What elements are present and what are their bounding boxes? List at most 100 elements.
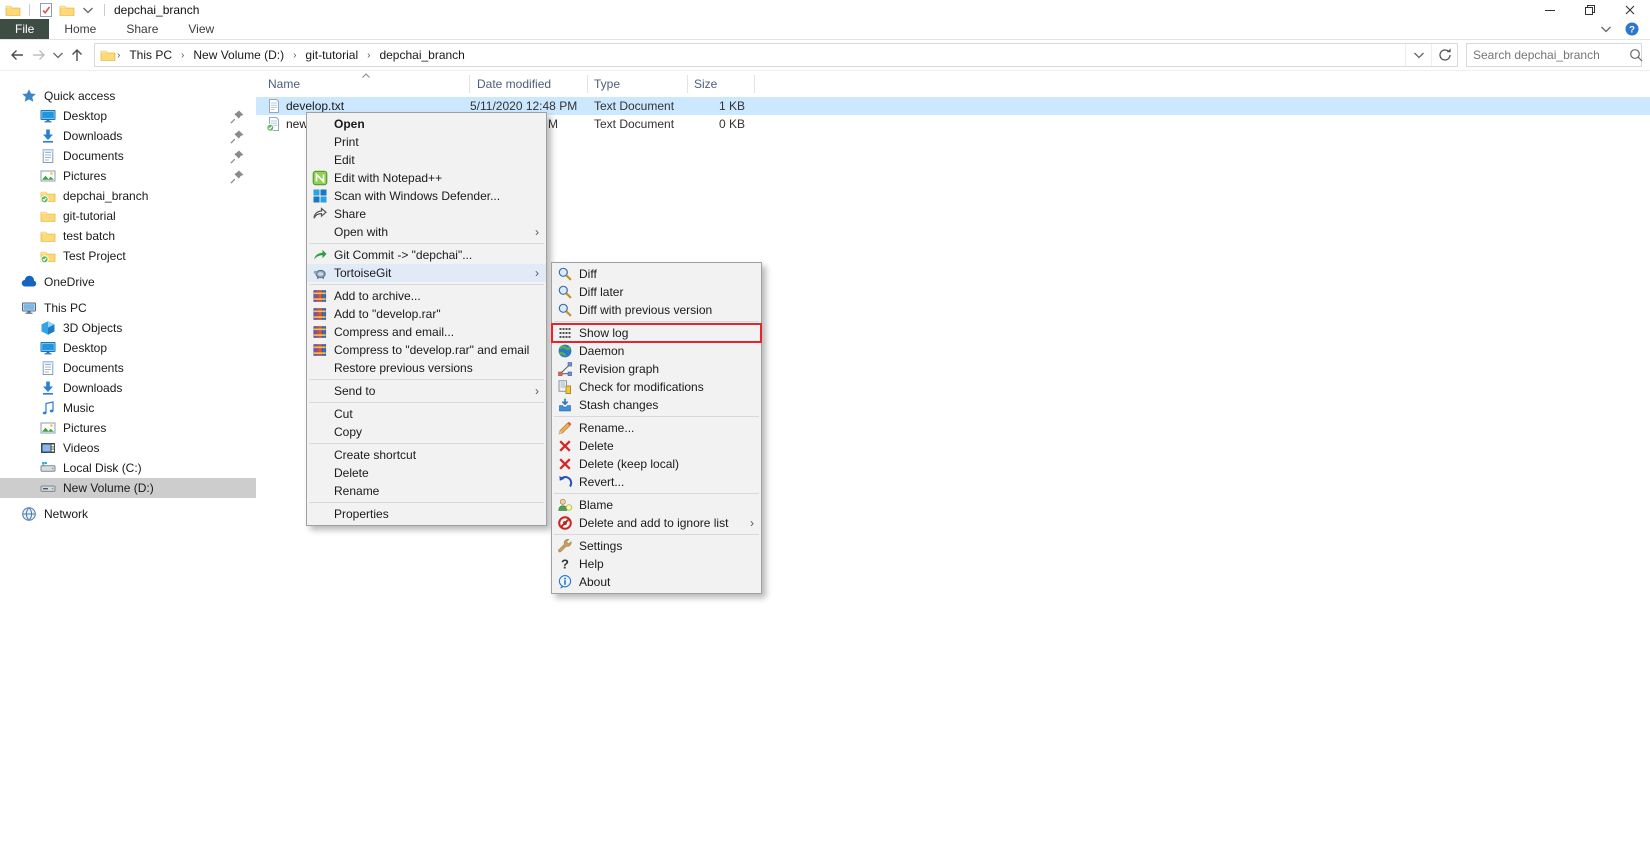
breadcrumb-item-new-volume-d[interactable]: New Volume (D:) (188, 48, 289, 62)
sidebar-item-pictures[interactable]: Pictures (0, 166, 256, 186)
column-header-name[interactable]: Name (256, 73, 470, 93)
tortoisegit-menu-item-about[interactable]: About (552, 573, 761, 591)
tortoisegit-menu-item-revision-graph[interactable]: Revision graph (552, 360, 761, 378)
minimize-button[interactable] (1530, 0, 1570, 20)
tortoisegit-menu-item-delete-keep-local[interactable]: Delete (keep local) (552, 455, 761, 473)
sidebar-item-documents[interactable]: Documents (0, 358, 256, 378)
breadcrumb-chevron-icon[interactable]: › (366, 50, 371, 61)
context-menu-item-add-to-archive[interactable]: Add to archive... (307, 287, 546, 305)
tab-file[interactable]: File (0, 19, 50, 39)
column-header-type[interactable]: Type (588, 75, 688, 93)
folder-git-icon (40, 248, 56, 264)
sidebar-item-videos[interactable]: Videos (0, 438, 256, 458)
sidebar-item-network[interactable]: Network (0, 504, 256, 524)
menu-item-label: Check for modifications (579, 380, 704, 394)
refresh-icon[interactable] (1431, 44, 1457, 66)
ribbon-collapse-chevron-icon[interactable] (1598, 21, 1614, 37)
close-button[interactable] (1610, 0, 1650, 20)
context-menu-item-open[interactable]: Open (307, 115, 546, 133)
breadcrumb-chevron-icon[interactable]: › (292, 50, 297, 61)
breadcrumb-item-this-pc[interactable]: This PC (124, 48, 177, 62)
context-menu-item-restore-previous-versions[interactable]: Restore previous versions (307, 359, 546, 377)
tab-view[interactable]: View (173, 19, 229, 39)
menu-item-label: Rename... (579, 421, 635, 435)
sidebar-item-test-batch[interactable]: test batch (0, 226, 256, 246)
sidebar-item-desktop[interactable]: Desktop (0, 338, 256, 358)
tortoisegit-menu-item-diff-with-previous-version[interactable]: Diff with previous version (552, 301, 761, 319)
no-icon (311, 152, 329, 168)
sidebar-item-label: Music (63, 401, 95, 415)
settings-wrench-icon (556, 538, 574, 554)
tortoisegit-menu-item-delete-and-add-to-ignore-list[interactable]: Delete and add to ignore list › (552, 514, 761, 532)
context-menu-item-git-commit-depchai[interactable]: Git Commit -> "depchai"... (307, 246, 546, 264)
context-menu-item-rename[interactable]: Rename (307, 482, 546, 500)
search-box[interactable] (1466, 43, 1644, 67)
sidebar-item-pictures[interactable]: Pictures (0, 418, 256, 438)
sidebar-item-label: Documents (63, 149, 124, 163)
context-menu-item-create-shortcut[interactable]: Create shortcut (307, 446, 546, 464)
tortoisegit-menu-item-daemon[interactable]: Daemon (552, 342, 761, 360)
breadcrumb-chevron-icon[interactable]: › (116, 50, 121, 61)
context-menu-item-tortoisegit[interactable]: TortoiseGit › (307, 264, 546, 282)
sidebar-item-quick-access[interactable]: Quick access (0, 86, 256, 106)
revert-arrow-icon (556, 474, 574, 490)
sidebar-item-downloads[interactable]: Downloads (0, 126, 256, 146)
sidebar-item-desktop[interactable]: Desktop (0, 106, 256, 126)
context-menu-item-edit-with-notepad[interactable]: Edit with Notepad++ (307, 169, 546, 187)
breadcrumb-chevron-icon[interactable]: › (180, 50, 185, 61)
breadcrumb-item-git-tutorial[interactable]: git-tutorial (300, 48, 363, 62)
tortoisegit-menu-item-check-for-modifications[interactable]: Check for modifications (552, 378, 761, 396)
sidebar-item-local-disk-c[interactable]: Local Disk (C:) (0, 458, 256, 478)
tortoisegit-menu-item-settings[interactable]: Settings (552, 537, 761, 555)
breadcrumb-item-depchai-branch[interactable]: depchai_branch (374, 48, 469, 62)
restore-button[interactable] (1570, 0, 1610, 20)
search-icon[interactable] (1628, 47, 1644, 63)
sidebar-item-downloads[interactable]: Downloads (0, 378, 256, 398)
sidebar-item-test-project[interactable]: Test Project (0, 246, 256, 266)
column-header-size[interactable]: Size (688, 75, 755, 93)
sidebar-item-onedrive[interactable]: OneDrive (0, 272, 256, 292)
context-menu-item-compress-and-email[interactable]: Compress and email... (307, 323, 546, 341)
tortoisegit-menu-item-stash-changes[interactable]: Stash changes (552, 396, 761, 414)
context-menu-item-properties[interactable]: Properties (307, 505, 546, 523)
menu-item-label: Scan with Windows Defender... (334, 189, 501, 203)
context-menu-item-send-to[interactable]: Send to › (307, 382, 546, 400)
sidebar-item-new-volume-d[interactable]: New Volume (D:) (0, 478, 256, 498)
sidebar-item-depchai-branch[interactable]: depchai_branch (0, 186, 256, 206)
context-menu-item-cut[interactable]: Cut (307, 405, 546, 423)
tortoisegit-menu-item-help[interactable]: ? Help (552, 555, 761, 573)
context-menu-item-scan-with-windows-defender[interactable]: Scan with Windows Defender... (307, 187, 546, 205)
sidebar-item-git-tutorial[interactable]: git-tutorial (0, 206, 256, 226)
context-menu-item-open-with[interactable]: Open with › (307, 223, 546, 241)
tortoisegit-menu-item-revert[interactable]: Revert... (552, 473, 761, 491)
tortoisegit-menu-item-rename[interactable]: Rename... (552, 419, 761, 437)
help-icon[interactable]: ? (1624, 21, 1640, 37)
tortoisegit-menu-item-diff-later[interactable]: Diff later (552, 283, 761, 301)
context-menu-item-edit[interactable]: Edit (307, 151, 546, 169)
context-menu-item-print[interactable]: Print (307, 133, 546, 151)
address-box[interactable]: › This PC › New Volume (D:) › git-tutorial › de… (94, 43, 1458, 67)
context-menu-item-share[interactable]: Share (307, 205, 546, 223)
tortoisegit-menu-item-diff[interactable]: Diff (552, 265, 761, 283)
tab-home[interactable]: Home (49, 19, 111, 39)
column-header-date-modified[interactable]: Date modified (470, 75, 588, 93)
tortoisegit-menu-item-show-log[interactable]: Show log (551, 323, 762, 343)
sidebar-item-music[interactable]: Music (0, 398, 256, 418)
sidebar-item-this-pc[interactable]: This PC (0, 298, 256, 318)
back-button[interactable] (6, 44, 28, 66)
search-input[interactable] (1473, 48, 1628, 62)
no-icon (311, 134, 329, 150)
address-dropdown-chevron[interactable] (1405, 44, 1431, 66)
context-menu-item-compress-to-develop-rar-and-email[interactable]: Compress to "develop.rar" and email (307, 341, 546, 359)
context-menu-item-add-to-develop-rar[interactable]: Add to "develop.rar" (307, 305, 546, 323)
recent-locations-chevron[interactable] (50, 44, 66, 66)
sidebar-item-documents[interactable]: Documents (0, 146, 256, 166)
tab-share[interactable]: Share (111, 19, 173, 39)
context-menu-item-delete[interactable]: Delete (307, 464, 546, 482)
forward-button[interactable] (28, 44, 50, 66)
sidebar-item-3d-objects[interactable]: 3D Objects (0, 318, 256, 338)
tortoisegit-menu-item-delete[interactable]: Delete (552, 437, 761, 455)
up-button[interactable] (66, 44, 88, 66)
context-menu-item-copy[interactable]: Copy (307, 423, 546, 441)
tortoisegit-menu-item-blame[interactable]: Blame (552, 496, 761, 514)
